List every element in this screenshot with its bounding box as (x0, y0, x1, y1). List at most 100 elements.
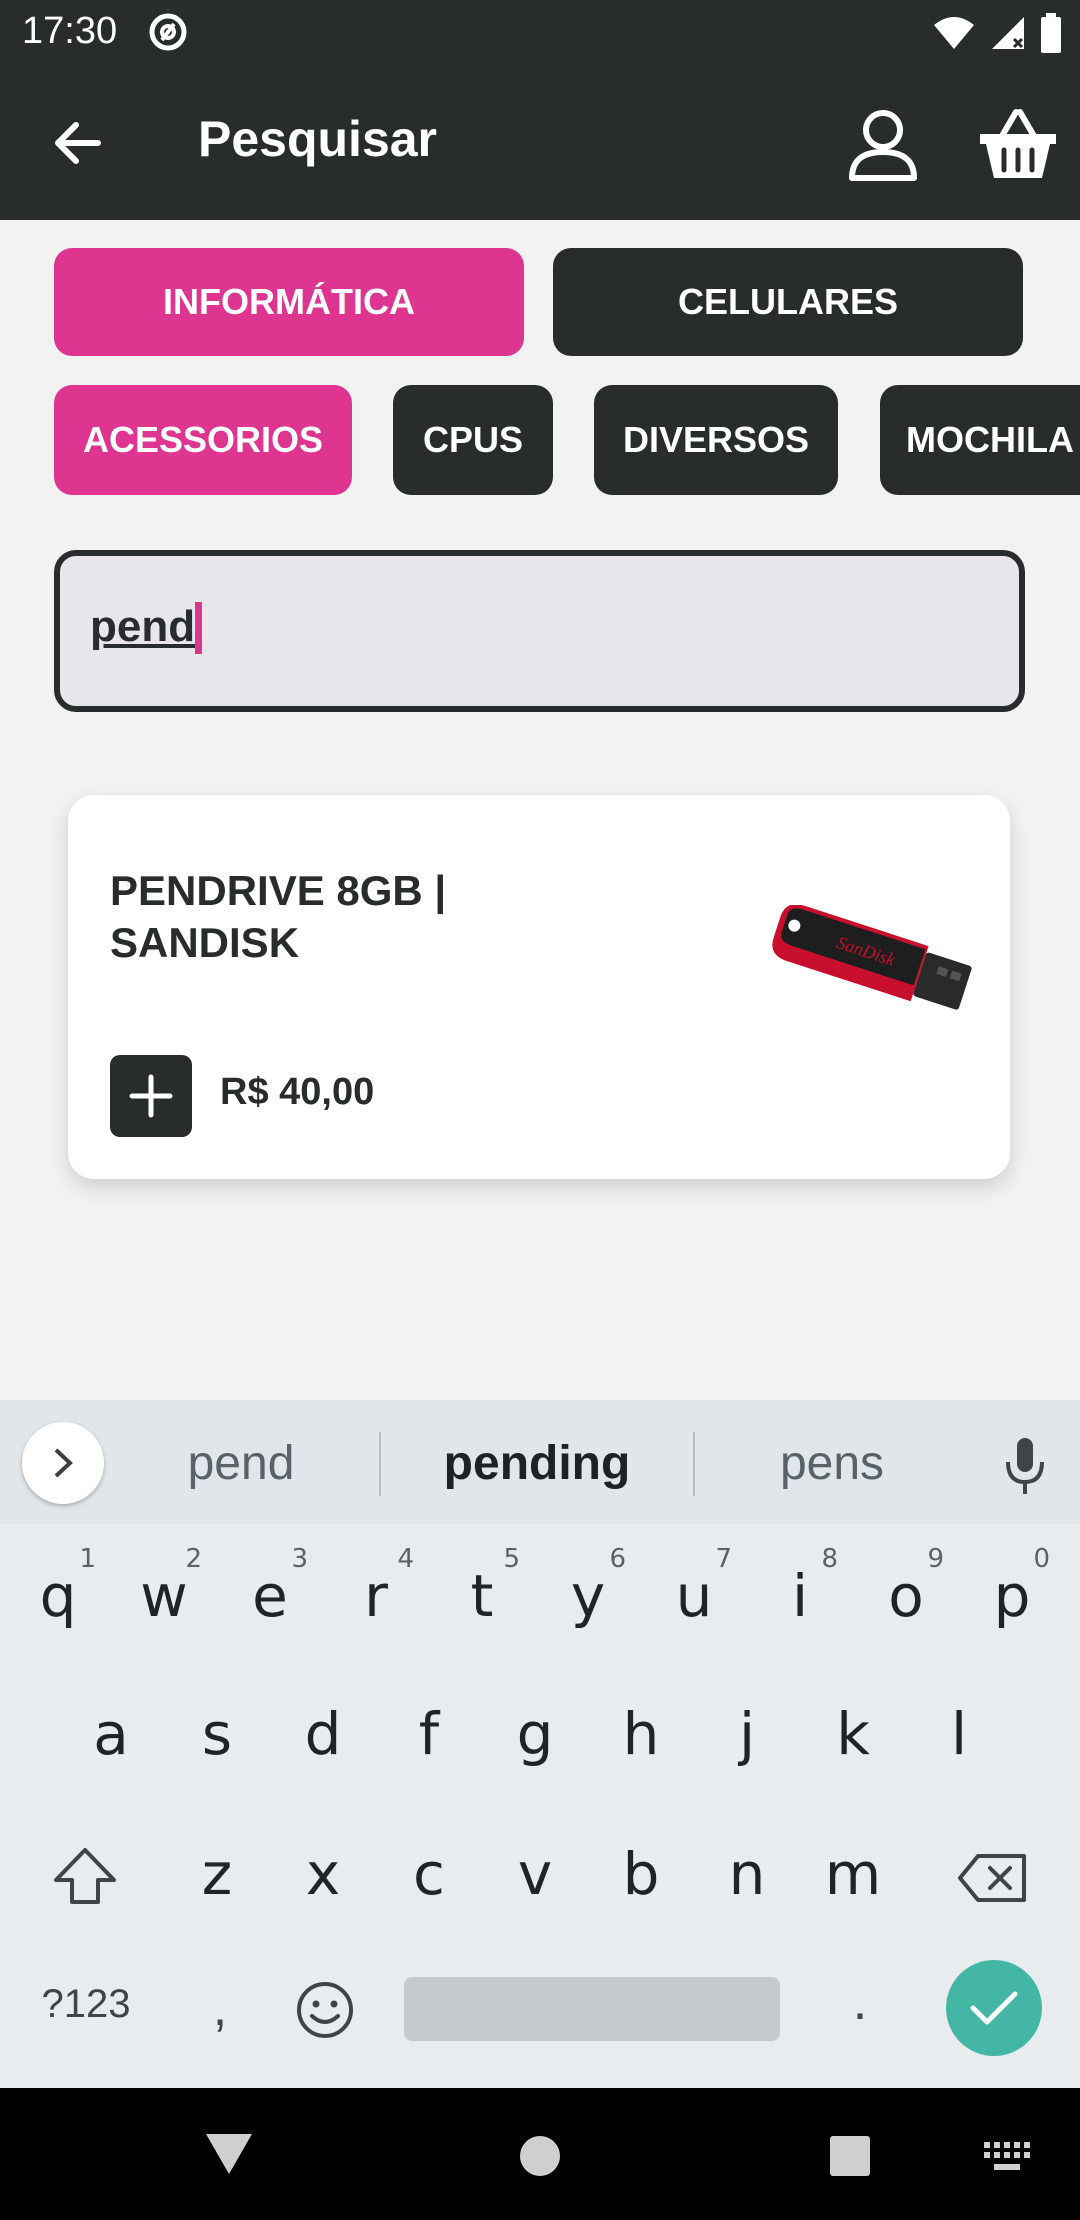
key-hint: 4 (397, 1544, 414, 1574)
status-bar: 17:30 (0, 0, 1080, 66)
category-chip-informatica[interactable]: INFORMÁTICA (54, 248, 524, 356)
check-icon (970, 1991, 1018, 2025)
microphone-icon[interactable] (1000, 1436, 1050, 1496)
key-k[interactable]: k (803, 1678, 903, 1798)
key-d[interactable]: d (273, 1678, 373, 1798)
key-hint: 0 (1033, 1544, 1050, 1574)
key-label: c (413, 1840, 445, 1908)
expand-suggestions-button[interactable] (22, 1422, 104, 1504)
key-c[interactable]: c (379, 1818, 479, 1938)
app-bar: Pesquisar (0, 66, 1080, 220)
subcategory-chip-diversos[interactable]: DIVERSOS (594, 385, 838, 495)
key-hint: 3 (291, 1544, 308, 1574)
soft-keyboard: pend pending pens q1 w2 e3 r4 t5 y6 u7 i… (0, 1400, 1080, 2088)
key-label: x (305, 1840, 341, 1908)
subcategory-chip-acessorios[interactable]: ACESSORIOS (54, 385, 352, 495)
key-z[interactable]: z (167, 1818, 267, 1938)
key-hint: 6 (609, 1544, 626, 1574)
subcategory-chip-cpus[interactable]: CPUS (393, 385, 553, 495)
space-key[interactable] (404, 1977, 780, 2041)
search-input-value: pend (90, 602, 196, 651)
symbols-key[interactable]: ?123 (18, 1982, 154, 2027)
backspace-icon (958, 1854, 1026, 1902)
key-label: v (517, 1840, 553, 1908)
key-f[interactable]: f (379, 1678, 479, 1798)
back-button[interactable] (40, 106, 114, 180)
key-label: s (201, 1700, 233, 1768)
key-hint: 1 (79, 1544, 96, 1574)
key-m[interactable]: m (803, 1818, 903, 1938)
emoji-icon (297, 1982, 353, 2038)
key-label: d (304, 1700, 342, 1768)
text-cursor (195, 602, 202, 654)
profile-button[interactable] (844, 106, 922, 184)
status-icons (932, 12, 1062, 54)
key-s[interactable]: s (167, 1678, 267, 1798)
key-n[interactable]: n (697, 1818, 797, 1938)
key-label: h (622, 1700, 660, 1768)
product-card[interactable]: PENDRIVE 8GB | SANDISK R$ 40,00 SanDisk (68, 795, 1010, 1179)
system-nav-bar (0, 2088, 1080, 2220)
key-r[interactable]: r4 (326, 1540, 426, 1660)
add-to-cart-button[interactable] (110, 1055, 192, 1137)
key-g[interactable]: g (485, 1678, 585, 1798)
comma-key[interactable]: , (180, 1978, 260, 2038)
period-key[interactable]: . (820, 1972, 900, 2032)
status-time: 17:30 (22, 10, 118, 52)
key-b[interactable]: b (591, 1818, 691, 1938)
user-icon (849, 110, 917, 181)
product-name: PENDRIVE 8GB | SANDISK (110, 867, 447, 966)
key-o[interactable]: o9 (856, 1540, 956, 1660)
key-hint: 8 (821, 1544, 838, 1574)
nav-recents-icon[interactable] (829, 2135, 871, 2177)
key-e[interactable]: e3 (220, 1540, 320, 1660)
suggestion-divider (693, 1432, 695, 1496)
key-v[interactable]: v (485, 1818, 585, 1938)
plus-icon (129, 1074, 173, 1118)
cart-button[interactable] (978, 106, 1058, 184)
subcategory-chip-mochila[interactable]: MOCHILA (880, 385, 1080, 495)
key-label: g (516, 1700, 554, 1768)
shift-icon (54, 1848, 116, 1904)
category-chip-celulares[interactable]: CELULARES (553, 248, 1023, 356)
key-label: l (950, 1700, 968, 1768)
key-l[interactable]: l (909, 1678, 1009, 1798)
battery-icon (1041, 13, 1061, 53)
page-title: Pesquisar (198, 111, 438, 167)
arrow-left-icon (55, 122, 101, 164)
chevron-right-icon (54, 1448, 73, 1478)
key-w[interactable]: w2 (114, 1540, 214, 1660)
key-j[interactable]: j (697, 1678, 797, 1798)
key-i[interactable]: i8 (750, 1540, 850, 1660)
key-hint: 7 (715, 1544, 732, 1574)
key-label: f (418, 1700, 440, 1768)
key-label: m (824, 1840, 882, 1908)
key-q[interactable]: q1 (8, 1540, 108, 1660)
key-x[interactable]: x (273, 1818, 373, 1938)
keyboard-switch-icon[interactable] (984, 2142, 1030, 2172)
nav-home-icon[interactable] (518, 2134, 562, 2178)
shift-key[interactable] (35, 1818, 135, 1938)
key-y[interactable]: y6 (538, 1540, 638, 1660)
wifi-icon (934, 17, 974, 49)
suggestion-item[interactable]: pens (707, 1436, 957, 1491)
key-a[interactable]: a (61, 1678, 161, 1798)
key-h[interactable]: h (591, 1678, 691, 1798)
key-u[interactable]: u7 (644, 1540, 744, 1660)
suggestion-divider (379, 1432, 381, 1496)
suggestion-strip: pend pending pens (0, 1400, 1080, 1524)
enter-key[interactable] (946, 1960, 1042, 2056)
product-price: R$ 40,00 (220, 1071, 375, 1113)
key-hint: 5 (503, 1544, 520, 1574)
emoji-key[interactable] (275, 1950, 375, 2070)
backspace-key[interactable] (942, 1818, 1042, 1938)
key-label: a (93, 1700, 129, 1768)
key-p[interactable]: p0 (962, 1540, 1062, 1660)
suggestion-item[interactable]: pending (412, 1436, 662, 1491)
basket-icon (980, 109, 1056, 178)
suggestion-item[interactable]: pend (116, 1436, 366, 1491)
nav-back-icon[interactable] (204, 2132, 254, 2176)
key-t[interactable]: t5 (432, 1540, 532, 1660)
key-hint: 2 (185, 1544, 202, 1574)
key-label: j (738, 1700, 756, 1768)
